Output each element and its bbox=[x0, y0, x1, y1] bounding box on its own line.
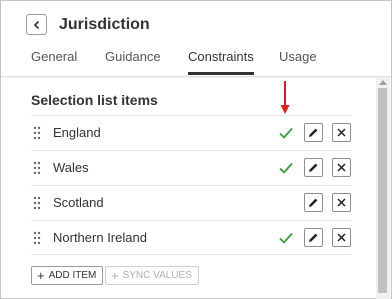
add-item-button[interactable]: + ADD ITEM bbox=[31, 266, 104, 285]
vertical-scrollbar[interactable] bbox=[376, 78, 390, 299]
drag-handle-icon[interactable] bbox=[33, 126, 41, 140]
plus-icon: + bbox=[37, 268, 45, 283]
back-button[interactable] bbox=[26, 14, 47, 35]
list-item: Wales bbox=[31, 150, 351, 185]
tab-general[interactable]: General bbox=[31, 47, 77, 77]
list-item: England bbox=[31, 115, 351, 150]
delete-button[interactable] bbox=[332, 228, 351, 247]
check-icon bbox=[278, 160, 294, 176]
drag-handle-icon[interactable] bbox=[33, 231, 41, 245]
list-item: Scotland bbox=[31, 185, 351, 220]
sync-values-button[interactable]: + SYNC VALUES bbox=[105, 266, 199, 285]
section-title: Selection list items bbox=[31, 92, 158, 108]
page-title: Jurisdiction bbox=[59, 16, 150, 33]
constraints-panel: Selection list items England Wales Scotl… bbox=[1, 78, 377, 298]
add-item-label: ADD ITEM bbox=[48, 270, 97, 281]
check-icon bbox=[278, 125, 294, 141]
list-item-label: Scotland bbox=[53, 195, 104, 210]
list-item: Northern Ireland bbox=[31, 220, 351, 255]
tab-constraints[interactable]: Constraints bbox=[188, 47, 254, 77]
annotation-arrow-icon bbox=[279, 81, 291, 115]
scrollbar-thumb[interactable] bbox=[378, 88, 387, 293]
list-item-label: England bbox=[53, 125, 101, 140]
close-icon bbox=[337, 128, 346, 137]
drag-handle-icon[interactable] bbox=[33, 196, 41, 210]
tab-guidance[interactable]: Guidance bbox=[105, 47, 161, 77]
edit-button[interactable] bbox=[304, 228, 323, 247]
drag-handle-icon[interactable] bbox=[33, 161, 41, 175]
close-icon bbox=[337, 233, 346, 242]
list-item-label: Northern Ireland bbox=[53, 230, 147, 245]
edit-button[interactable] bbox=[304, 158, 323, 177]
scroll-up-arrow-icon[interactable] bbox=[379, 80, 387, 85]
pencil-icon bbox=[309, 233, 318, 242]
delete-button[interactable] bbox=[332, 123, 351, 142]
pencil-icon bbox=[309, 198, 318, 207]
close-icon bbox=[337, 163, 346, 172]
pencil-icon bbox=[309, 128, 318, 137]
edit-button[interactable] bbox=[304, 193, 323, 212]
close-icon bbox=[337, 198, 346, 207]
sync-values-label: SYNC VALUES bbox=[122, 270, 192, 281]
selection-list: England Wales Scotland Northern Ireland bbox=[31, 115, 351, 255]
dialog-frame: Jurisdiction General Guidance Constraint… bbox=[0, 0, 392, 299]
plus-icon: + bbox=[111, 268, 119, 283]
list-item-label: Wales bbox=[53, 160, 89, 175]
pencil-icon bbox=[309, 163, 318, 172]
chevron-left-icon bbox=[33, 20, 39, 29]
header: Jurisdiction General Guidance Constraint… bbox=[1, 1, 391, 77]
tab-bar: General Guidance Constraints Usage bbox=[1, 47, 391, 77]
delete-button[interactable] bbox=[332, 193, 351, 212]
check-icon bbox=[278, 230, 294, 246]
delete-button[interactable] bbox=[332, 158, 351, 177]
tab-usage[interactable]: Usage bbox=[279, 47, 317, 77]
edit-button[interactable] bbox=[304, 123, 323, 142]
